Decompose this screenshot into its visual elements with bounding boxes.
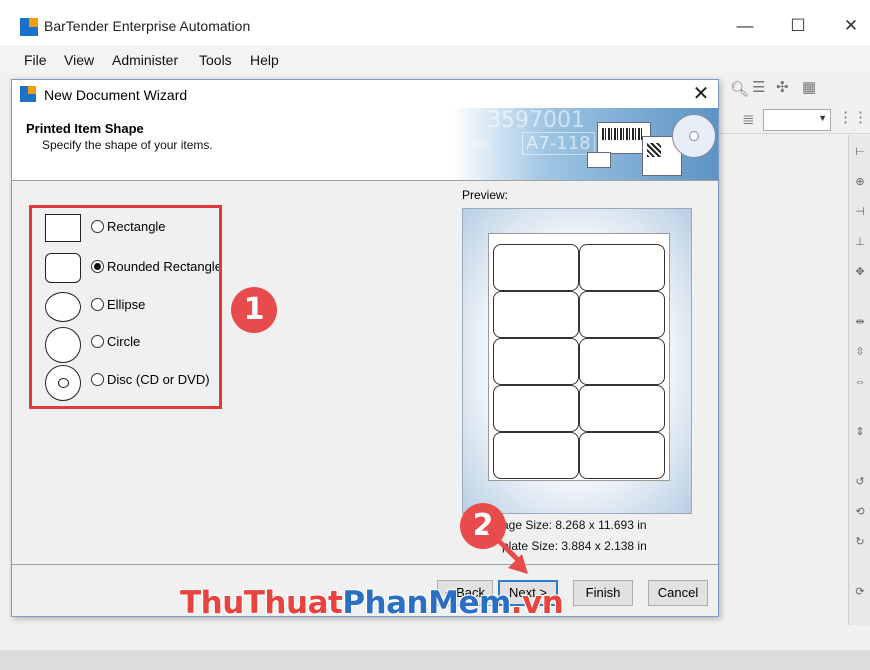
dialog-close-button[interactable]: ✕ (688, 82, 714, 106)
app-titlebar: BarTender Enterprise Automation — ☐ ✕ (0, 0, 870, 45)
space-horizontal-icon[interactable]: ⇹ (853, 315, 867, 329)
step-badge-1: 1 (231, 287, 277, 333)
align-center-icon[interactable]: ⊕ (853, 175, 867, 189)
menu-bar: File View Administer Tools Help (0, 45, 870, 73)
watermark: ThuThuatPhanMem.vn (180, 585, 564, 621)
banner-small-text: 2000 (472, 140, 490, 149)
menu-tools[interactable]: Tools (199, 52, 232, 68)
new-document-wizard-dialog: New Document Wizard ✕ 3597001 A7-118 200… (11, 79, 719, 617)
bartender-logo-icon (20, 18, 38, 36)
align-right-icon[interactable]: ⊣ (853, 205, 867, 219)
grid-icon[interactable]: ▦ (802, 78, 816, 96)
center-icon[interactable]: ✥ (853, 265, 867, 279)
watermark-part-2: PhanMem (342, 585, 511, 621)
same-width-icon[interactable]: ⇔ (853, 375, 867, 389)
zoom-icon[interactable]: 🔍︎ (730, 80, 749, 98)
status-bar (0, 650, 870, 670)
menu-view[interactable]: View (64, 52, 94, 68)
preview-label-cell (493, 432, 579, 479)
cd-disc-icon (672, 114, 716, 158)
wizard-header: 3597001 A7-118 2000 Printed Item Shape S… (12, 108, 718, 181)
preview-label-cell (493, 291, 579, 338)
highlight-box-shapes (29, 205, 222, 409)
close-button[interactable]: ✕ (836, 14, 866, 38)
rotate-180-icon[interactable]: ⟲ (853, 505, 867, 519)
bartender-logo-icon (20, 86, 36, 102)
preview-label-cell (579, 338, 665, 385)
small-label-icon (587, 152, 611, 168)
banner-label-code: A7-118 (522, 132, 595, 155)
preview-label-cell (493, 244, 579, 291)
preview-label: Preview: (462, 188, 509, 202)
dialog-titlebar: New Document Wizard ✕ (12, 80, 718, 108)
preview-label-cell (493, 385, 579, 432)
preview-label-cell (493, 338, 579, 385)
watermark-part-1: ThuThuat (180, 585, 343, 621)
rotate-icon[interactable]: ⟳ (853, 585, 867, 599)
align-bottom-icon[interactable]: ⊥ (853, 235, 867, 249)
app-title: BarTender Enterprise Automation (44, 18, 251, 34)
menu-administer[interactable]: Administer (112, 52, 178, 68)
maximize-button[interactable]: ☐ (783, 14, 813, 38)
finish-button[interactable]: Finish (573, 580, 633, 606)
menu-file[interactable]: File (24, 52, 47, 68)
watermark-part-3: .vn (510, 585, 564, 621)
align-left-icon[interactable]: ⊢ (853, 145, 867, 159)
preview-label-cell (579, 432, 665, 479)
step-subtitle: Specify the shape of your items. (42, 138, 213, 152)
chevron-down-icon: ▼ (818, 113, 827, 123)
preview-label-cell (579, 385, 665, 432)
preview-label-cell (579, 244, 665, 291)
snap-icon[interactable]: ✣ (776, 78, 789, 96)
banner-barcode-number: 3597001 (487, 108, 585, 133)
distribute-icon[interactable]: ⋮⋮ (838, 108, 868, 126)
cancel-button[interactable]: Cancel (648, 580, 708, 606)
step-title: Printed Item Shape (26, 121, 144, 136)
preview-label-cell (579, 291, 665, 338)
footer-divider (12, 564, 718, 565)
same-height-icon[interactable]: ⇕ (853, 425, 867, 439)
dialog-title: New Document Wizard (44, 87, 188, 103)
space-vertical-icon[interactable]: ⇳ (853, 345, 867, 359)
toolbar-combo[interactable]: ▼ (763, 109, 831, 131)
alignment-toolbar: ⊢ ⊕ ⊣ ⊥ ✥ ⇹ ⇳ ⇔ ⇕ ↺ ⟲ ↻ ⟳ (848, 135, 870, 625)
rotate-left-icon[interactable]: ↺ (853, 475, 867, 489)
align-top-icon[interactable]: ☰ (752, 78, 765, 96)
menu-help[interactable]: Help (250, 52, 279, 68)
red-arrow-icon (487, 529, 528, 574)
minimize-button[interactable]: — (730, 14, 760, 38)
rotate-right-icon[interactable]: ↻ (853, 535, 867, 549)
line-style-icon[interactable]: ≣ (742, 110, 755, 128)
